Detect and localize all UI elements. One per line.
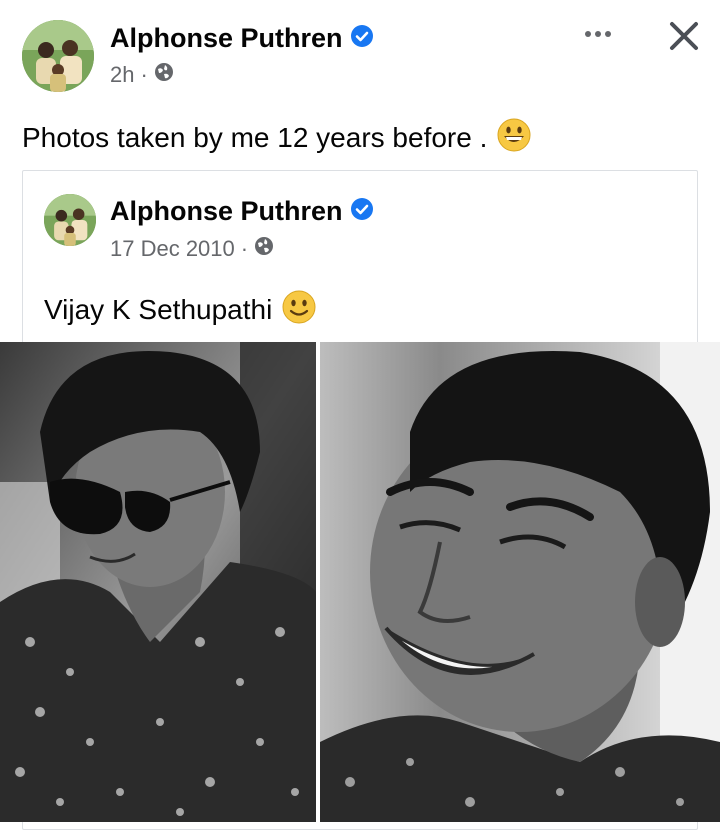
- post-meta: 2h ·: [110, 60, 174, 90]
- shared-post-meta: 17 Dec 2010 ·: [110, 234, 274, 264]
- shared-author-avatar[interactable]: [44, 194, 96, 246]
- globe-icon[interactable]: [154, 62, 174, 88]
- shared-author-name-text[interactable]: Alphonse Puthren: [110, 196, 343, 227]
- close-icon: [670, 22, 698, 50]
- man-smiling-photo[interactable]: [320, 342, 720, 822]
- shared-post-text-content: Vijay K Sethupathi: [44, 294, 273, 325]
- man-in-sunglasses-photo[interactable]: [0, 342, 316, 822]
- verified-badge-icon: [350, 23, 373, 54]
- more-options-icon: [585, 31, 591, 37]
- post-text: Photos taken by me 12 years before .: [22, 118, 531, 158]
- shared-author-name[interactable]: Alphonse Puthren: [110, 194, 373, 228]
- globe-icon[interactable]: [254, 236, 274, 262]
- verified-badge-icon: [350, 196, 373, 227]
- author-name[interactable]: Alphonse Puthren: [110, 20, 373, 56]
- close-button[interactable]: [662, 14, 706, 58]
- more-options-button[interactable]: [578, 22, 618, 46]
- post-text-content: Photos taken by me 12 years before .: [22, 122, 488, 153]
- meta-separator: ·: [140, 62, 148, 87]
- meta-separator: ·: [240, 236, 249, 261]
- post-timestamp[interactable]: 2h: [110, 62, 134, 88]
- shared-post-text: Vijay K Sethupathi: [44, 290, 316, 330]
- grinning-face-icon: [497, 118, 531, 159]
- author-name-text[interactable]: Alphonse Puthren: [110, 23, 343, 54]
- author-avatar[interactable]: [22, 20, 94, 92]
- shared-post-date[interactable]: 17 Dec 2010: [110, 236, 235, 262]
- slightly-smiling-face-icon: [282, 290, 316, 331]
